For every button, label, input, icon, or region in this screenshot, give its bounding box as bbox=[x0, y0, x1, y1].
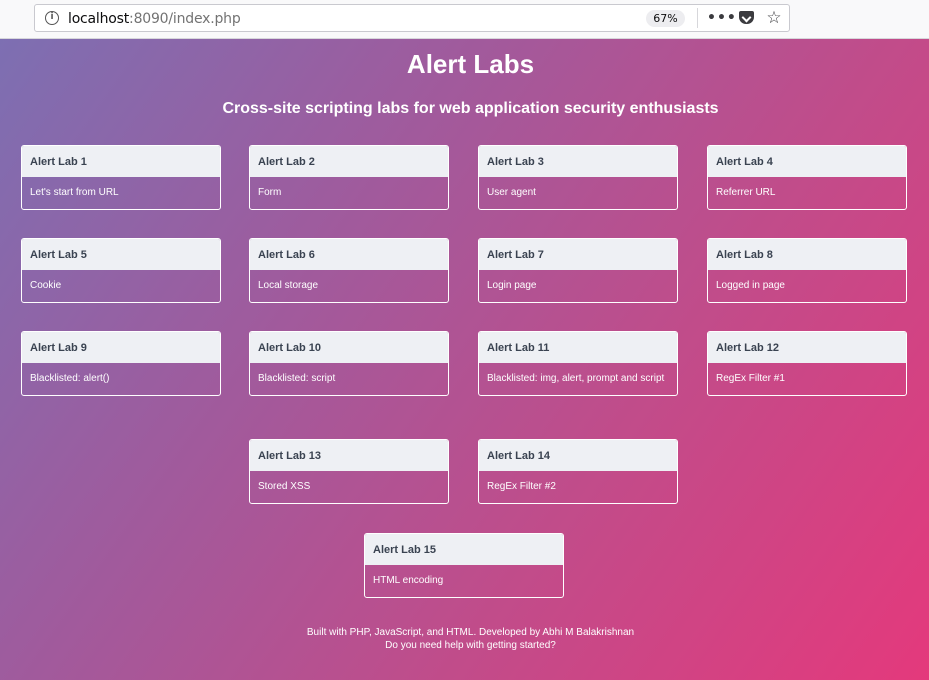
lab-card-description: Let's start from URL bbox=[30, 187, 119, 198]
lab-card-description: Blacklisted: img, alert, prompt and scri… bbox=[487, 373, 665, 384]
lab-card-title: Alert Lab 1 bbox=[22, 146, 220, 177]
lab-card-description: Form bbox=[258, 187, 282, 198]
lab-card-description: Blacklisted: alert() bbox=[30, 373, 110, 384]
lab-card-8[interactable]: Alert Lab 8 Logged in page bbox=[707, 238, 907, 303]
page-footer: Built with PHP, JavaScript, and HTML. De… bbox=[0, 626, 929, 652]
lab-card-description: HTML encoding bbox=[373, 575, 444, 586]
lab-card-description: Login page bbox=[487, 280, 537, 291]
lab-card-4[interactable]: Alert Lab 4 Referrer URL bbox=[707, 145, 907, 210]
lab-card-description: Local storage bbox=[258, 280, 319, 291]
lab-card-title: Alert Lab 15 bbox=[365, 534, 563, 565]
lab-card-description: Stored XSS bbox=[258, 481, 311, 492]
bookmark-star-icon[interactable]: ☆ bbox=[763, 7, 785, 29]
lab-card-description: Blacklisted: script bbox=[258, 373, 336, 384]
lab-card-11[interactable]: Alert Lab 11 Blacklisted: img, alert, pr… bbox=[478, 331, 678, 396]
lab-card-2[interactable]: Alert Lab 2 Form bbox=[249, 145, 449, 210]
browser-toolbar: i localhost:8090/index.php 67% ••• ☆ bbox=[0, 0, 929, 39]
zoom-level-button[interactable]: 67% bbox=[646, 10, 685, 27]
lab-card-title: Alert Lab 2 bbox=[250, 146, 448, 177]
lab-card-13[interactable]: Alert Lab 13 Stored XSS bbox=[249, 439, 449, 504]
page-subtitle: Cross-site scripting labs for web applic… bbox=[222, 100, 719, 117]
lab-card-title: Alert Lab 12 bbox=[708, 332, 906, 363]
lab-card-1[interactable]: Alert Lab 1 Let's start from URL bbox=[21, 145, 221, 210]
lab-card-title: Alert Lab 5 bbox=[22, 239, 220, 270]
url-bar-divider bbox=[697, 8, 698, 28]
lab-card-15[interactable]: Alert Lab 15 HTML encoding bbox=[364, 533, 564, 598]
url-text[interactable]: localhost:8090/index.php bbox=[68, 11, 241, 27]
page-content: Alert Labs Cross-site scripting labs for… bbox=[0, 39, 929, 680]
lab-card-description: Logged in page bbox=[716, 280, 785, 291]
lab-card-description: Cookie bbox=[30, 280, 62, 291]
lab-card-title: Alert Lab 7 bbox=[479, 239, 677, 270]
lab-card-10[interactable]: Alert Lab 10 Blacklisted: script bbox=[249, 331, 449, 396]
lab-card-description: User agent bbox=[487, 187, 536, 198]
lab-card-12[interactable]: Alert Lab 12 RegEx Filter #1 bbox=[707, 331, 907, 396]
lab-card-title: Alert Lab 3 bbox=[479, 146, 677, 177]
lab-card-title: Alert Lab 14 bbox=[479, 440, 677, 471]
lab-card-title: Alert Lab 4 bbox=[708, 146, 906, 177]
lab-card-title: Alert Lab 11 bbox=[479, 332, 677, 363]
lab-card-description: Referrer URL bbox=[716, 187, 776, 198]
lab-card-description: RegEx Filter #2 bbox=[487, 481, 556, 492]
lab-card-5[interactable]: Alert Lab 5 Cookie bbox=[21, 238, 221, 303]
lab-card-7[interactable]: Alert Lab 7 Login page bbox=[478, 238, 678, 303]
more-actions-icon[interactable]: ••• bbox=[707, 7, 736, 29]
lab-card-title: Alert Lab 13 bbox=[250, 440, 448, 471]
lab-card-6[interactable]: Alert Lab 6 Local storage bbox=[249, 238, 449, 303]
pocket-icon[interactable] bbox=[735, 7, 757, 29]
lab-card-14[interactable]: Alert Lab 14 RegEx Filter #2 bbox=[478, 439, 678, 504]
getting-started-link[interactable]: Do you need help with getting started? bbox=[0, 639, 929, 652]
lab-card-title: Alert Lab 6 bbox=[250, 239, 448, 270]
lab-card-3[interactable]: Alert Lab 3 User agent bbox=[478, 145, 678, 210]
info-icon[interactable]: i bbox=[45, 11, 59, 25]
lab-card-description: RegEx Filter #1 bbox=[716, 373, 785, 384]
url-bar[interactable]: i localhost:8090/index.php 67% ••• ☆ bbox=[34, 4, 790, 32]
lab-card-title: Alert Lab 9 bbox=[22, 332, 220, 363]
url-path: :8090/index.php bbox=[129, 11, 241, 27]
lab-card-title: Alert Lab 8 bbox=[708, 239, 906, 270]
lab-card-9[interactable]: Alert Lab 9 Blacklisted: alert() bbox=[21, 331, 221, 396]
lab-card-title: Alert Lab 10 bbox=[250, 332, 448, 363]
page-title: Alert Labs bbox=[406, 49, 535, 79]
url-host: localhost bbox=[68, 11, 130, 27]
footer-credits: Built with PHP, JavaScript, and HTML. De… bbox=[306, 627, 635, 638]
